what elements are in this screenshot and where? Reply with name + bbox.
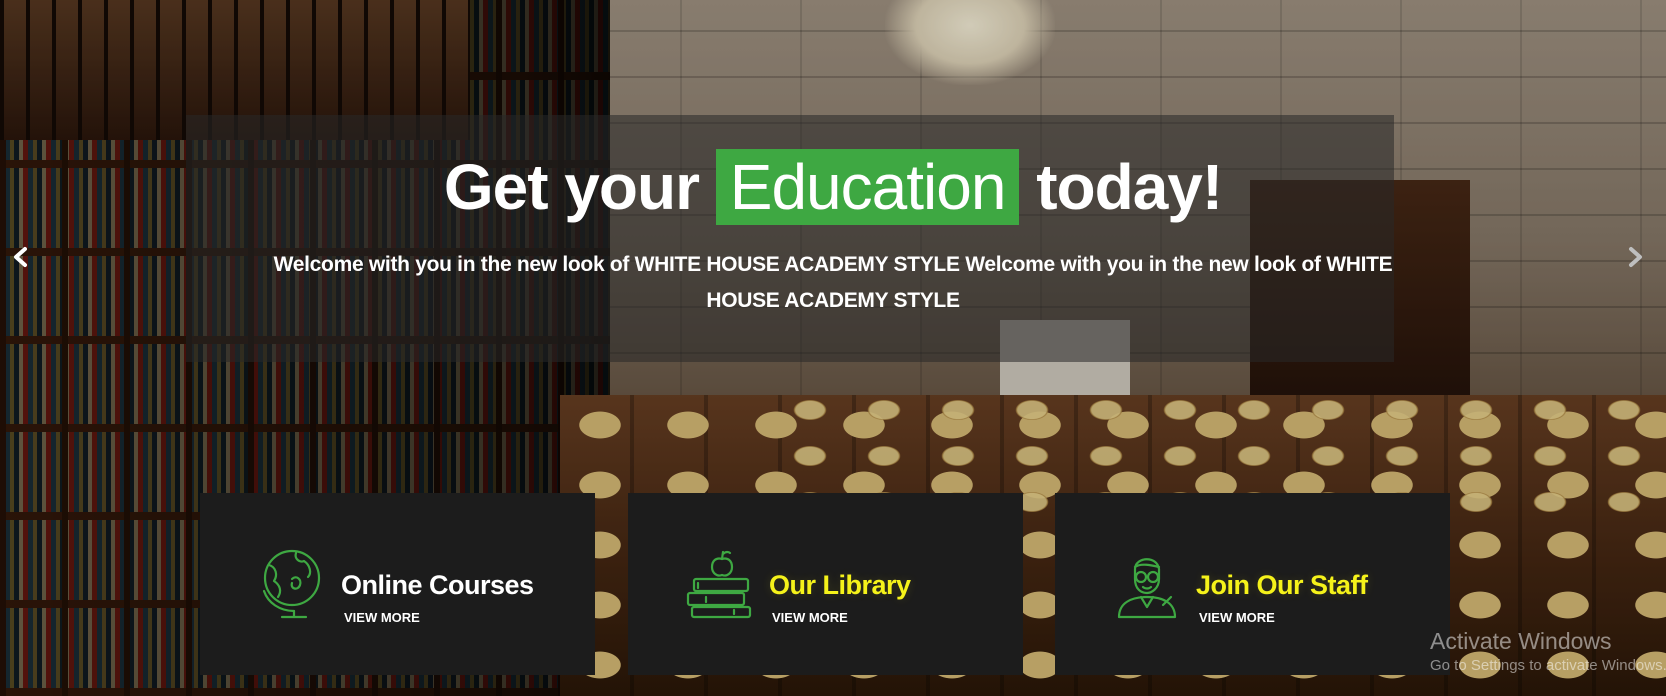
watermark-title: Activate Windows <box>1430 628 1612 654</box>
globe-icon <box>262 549 321 619</box>
our-library-card[interactable]: Our Library VIEW MORE <box>628 493 1023 675</box>
join-our-staff-card[interactable]: Join Our Staff VIEW MORE <box>1055 493 1450 675</box>
online-courses-card[interactable]: Online Courses VIEW MORE <box>200 493 595 675</box>
hero-title-highlight: Education <box>715 149 1020 225</box>
chevron-right-icon <box>1629 247 1642 267</box>
carousel-prev-button[interactable] <box>10 246 32 268</box>
hero-subtitle: Welcome with you in the new look of WHIT… <box>273 253 1393 312</box>
card-title-join-our-staff: Join Our Staff <box>1196 570 1368 600</box>
hero-title-start: Get your <box>443 151 716 223</box>
view-more-link[interactable]: VIEW MORE <box>344 610 420 625</box>
chevron-left-icon <box>14 247 27 267</box>
view-more-link[interactable]: VIEW MORE <box>1199 610 1275 625</box>
hero-title-end: today! <box>1019 151 1223 223</box>
hero-title: Get your Education today! <box>0 149 1666 225</box>
books-apple-icon <box>686 550 752 619</box>
card-title-online-courses: Online Courses <box>341 570 534 600</box>
view-more-link[interactable]: VIEW MORE <box>772 610 848 625</box>
carousel-next-button[interactable] <box>1624 246 1646 268</box>
card-title-our-library: Our Library <box>769 570 911 600</box>
windows-activation-watermark: Activate Windows Go to Settings to activ… <box>1430 628 1666 678</box>
teacher-icon <box>1117 558 1177 619</box>
watermark-subtitle: Go to Settings to activate Windows. <box>1430 657 1666 674</box>
